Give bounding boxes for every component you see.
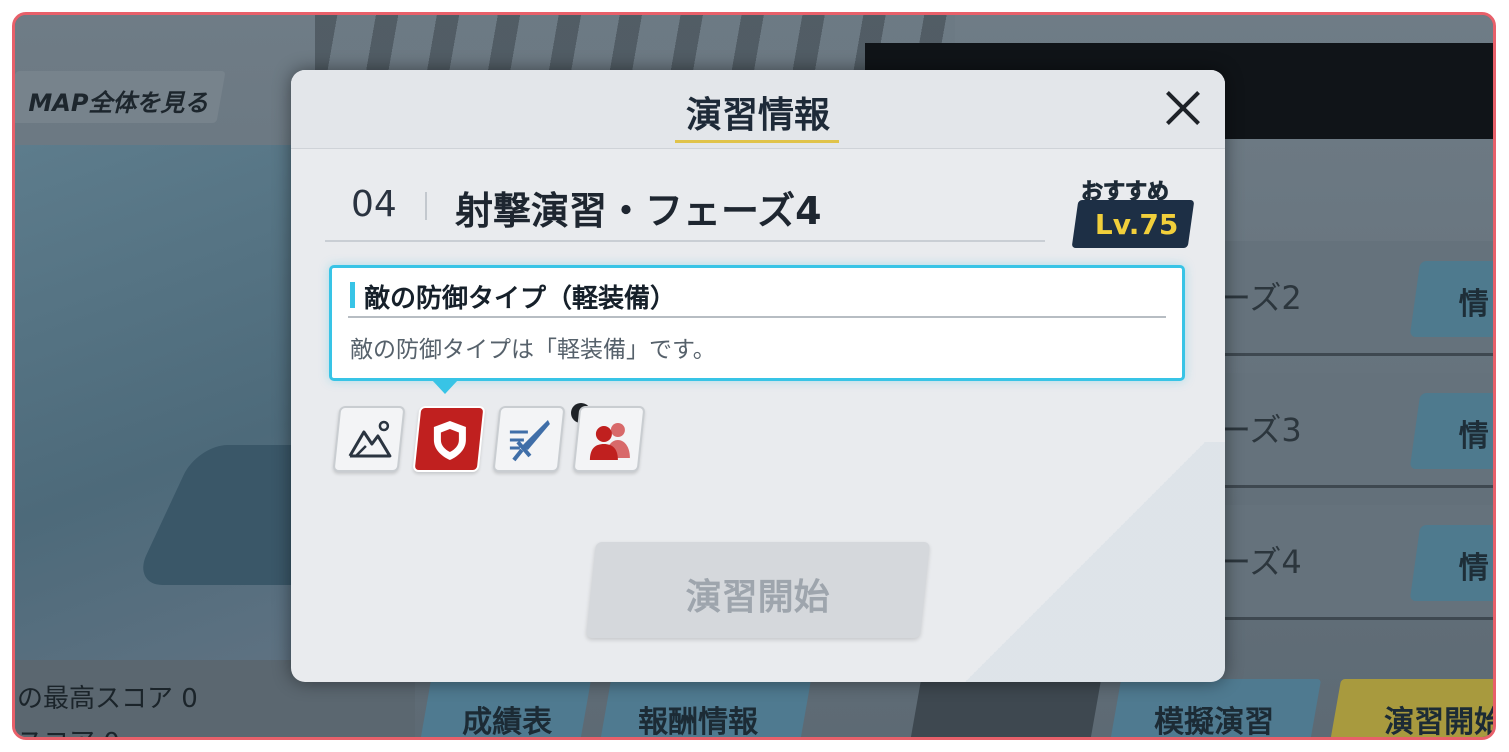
stage-row-4[interactable]: ーズ4 情: [1215, 505, 1493, 620]
level-value: Lv.75: [1094, 208, 1179, 241]
level-badge: Lv.75: [1071, 200, 1195, 248]
enemy-info-button[interactable]: [572, 406, 646, 472]
enemy-group-icon: [589, 423, 630, 460]
view-map-button[interactable]: MAP全体を見る: [15, 71, 226, 123]
info-button-label: 情: [1458, 287, 1489, 322]
start-exercise-label: 演習開始: [685, 577, 830, 618]
attack-type-button[interactable]: [492, 406, 566, 472]
start-exercise-button[interactable]: 演習開始: [585, 542, 931, 638]
stage-row-label: ーズ2: [1219, 279, 1302, 317]
info-button-label: 情: [1458, 419, 1489, 454]
info-button-label: 情: [1458, 551, 1489, 586]
bg-start-button[interactable]: 演習開始: [1328, 679, 1496, 740]
info-button[interactable]: 情: [1409, 525, 1493, 601]
tooltip-title: 敵の防御タイプ（軽装備）: [364, 284, 677, 314]
terrain-icon: [348, 420, 392, 458]
title-underline: [675, 140, 839, 143]
best-score: の最高スコア 0: [17, 684, 198, 714]
score: スコア 0: [17, 722, 120, 737]
locked-button[interactable]: [908, 679, 1102, 737]
exercise-info-dialog: 演習情報 04 射撃演習・フェーズ4 おすすめ Lv.75 敵の防御タイプ（軽装…: [291, 70, 1225, 682]
tooltip-body: 敵の防御タイプは「軽装備」です。: [350, 337, 716, 363]
stage-row-2[interactable]: ーズ2 情: [1215, 241, 1493, 356]
stage-row-label: ーズ4: [1219, 543, 1302, 581]
close-button[interactable]: [1159, 84, 1207, 132]
mock-exercise-button[interactable]: 模擬演習: [1108, 679, 1322, 740]
shield-icon: [433, 421, 466, 460]
terrain-button[interactable]: [332, 406, 406, 472]
stage-header: 04 射撃演習・フェーズ4: [325, 170, 1045, 242]
sword-icon: [509, 420, 550, 462]
recommended-level: おすすめ Lv.75: [1071, 174, 1195, 250]
bg-start-label: 演習開始: [1384, 705, 1496, 740]
defense-type-tooltip: 敵の防御タイプ（軽装備） 敵の防御タイプは「軽装備」です。: [329, 265, 1185, 394]
results-button[interactable]: 成績表: [418, 679, 592, 740]
tooltip-divider: [348, 316, 1166, 318]
stage-row-3[interactable]: ーズ3 情: [1215, 373, 1493, 488]
dialog-decoration: [945, 442, 1225, 682]
rewards-button[interactable]: 報酬情報: [598, 679, 812, 740]
dialog-title: 演習情報: [685, 95, 830, 136]
results-label: 成績表: [462, 705, 553, 740]
mock-exercise-label: 模擬演習: [1154, 705, 1275, 740]
screen-frame: MAP全体を見る ーズ2 情 ーズ3 情 ーズ4 情 の最高スコア 0 スコア …: [12, 12, 1496, 740]
map-area: [15, 145, 458, 665]
view-map-label: MAP全体を見る: [28, 89, 209, 117]
stage-row-label: ーズ3: [1219, 411, 1302, 449]
rewards-label: 報酬情報: [638, 705, 759, 740]
stage-name: 射撃演習・フェーズ4: [455, 189, 822, 233]
defense-type-button[interactable]: [412, 406, 486, 472]
stage-number: 04: [351, 184, 397, 225]
stage-separator: [425, 192, 427, 220]
tooltip-accent-bar: [350, 282, 355, 308]
info-button[interactable]: 情: [1409, 261, 1493, 337]
info-button[interactable]: 情: [1409, 393, 1493, 469]
